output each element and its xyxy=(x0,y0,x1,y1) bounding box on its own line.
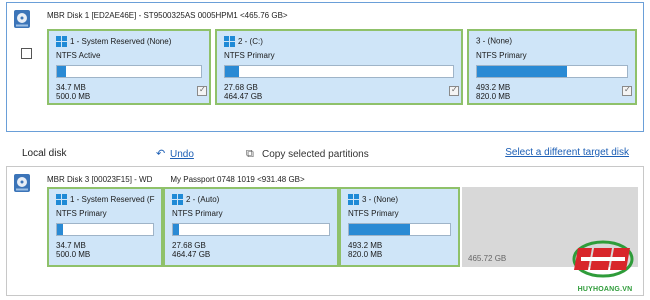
source-disk-checkbox[interactable] xyxy=(21,48,32,59)
partition-total: 464.47 GB xyxy=(224,92,263,101)
partition-used: 493.2 MB xyxy=(348,241,383,250)
partition-type: NTFS Primary xyxy=(476,51,527,60)
partition-used: 34.7 MB xyxy=(56,241,86,250)
partition-used: 27.68 GB xyxy=(224,83,258,92)
partition-checkbox[interactable] xyxy=(197,85,207,96)
watermark-text: HUYHOANG.VN xyxy=(577,286,633,293)
usage-bar-fill xyxy=(477,66,567,77)
partition-used: 493.2 MB xyxy=(476,83,511,92)
partition-total: 464.47 GB xyxy=(172,250,211,259)
partition-name: 1 - System Reserved (None) xyxy=(70,37,172,46)
target-disk-title: MBR Disk 3 [00023F15] - WD My Passport 07… xyxy=(47,175,305,184)
windows-icon xyxy=(224,36,235,47)
usage-bar xyxy=(224,65,454,78)
unallocated-size: 465.72 GB xyxy=(468,254,507,263)
usage-bar xyxy=(56,65,202,78)
partition-checkbox[interactable] xyxy=(449,85,459,96)
source-partition-2[interactable]: 2 - (C:) NTFS Primary 27.68 GB 464.47 GB xyxy=(215,29,463,105)
partition-name: 3 - (None) xyxy=(362,195,399,204)
windows-icon xyxy=(172,194,183,205)
undo-label: Undo xyxy=(170,149,194,160)
copy-icon: ⧉ xyxy=(246,147,254,160)
action-toolbar: Local disk ↶ Undo ⧉ Copy selected partitio… xyxy=(0,140,650,164)
usage-bar-fill xyxy=(349,224,410,235)
windows-icon xyxy=(348,194,359,205)
partition-name: 2 - (C:) xyxy=(238,37,263,46)
disk-icon xyxy=(14,174,30,192)
usage-bar-fill xyxy=(57,224,63,235)
usage-bar xyxy=(56,223,154,236)
partition-total: 820.0 MB xyxy=(476,92,511,101)
partition-name: 3 - (None) xyxy=(476,36,513,46)
partition-name: 1 - System Reserved (F xyxy=(70,195,155,204)
partition-total: 500.0 MB xyxy=(56,92,91,101)
select-target-disk-link[interactable]: Select a different target disk xyxy=(505,147,629,158)
usage-bar xyxy=(476,65,628,78)
local-disk-label: Local disk xyxy=(22,148,67,159)
usage-bar-fill xyxy=(57,66,66,77)
usage-bar-fill xyxy=(225,66,239,77)
copy-partitions-button[interactable]: ⧉ Copy selected partitions xyxy=(246,147,369,161)
usage-bar xyxy=(348,223,451,236)
partition-name: 2 - (Auto) xyxy=(186,195,220,204)
brand-logo-icon xyxy=(572,240,634,278)
source-partition-1[interactable]: 1 - System Reserved (None) NTFS Active 3… xyxy=(47,29,211,105)
target-partition-2[interactable]: 2 - (Auto) NTFS Primary 27.68 GB 464.47 … xyxy=(163,187,339,267)
partition-type: NTFS Primary xyxy=(56,209,107,218)
partition-type: NTFS Primary xyxy=(224,51,275,60)
usage-bar xyxy=(172,223,330,236)
partition-used: 34.7 MB xyxy=(56,83,86,92)
target-partition-1[interactable]: 1 - System Reserved (F NTFS Primary 34.7… xyxy=(47,187,163,267)
source-disk-title: MBR Disk 1 [ED2AE46E] - ST9500325AS 0005… xyxy=(47,11,288,20)
partition-total: 500.0 MB xyxy=(56,250,91,259)
watermark-logo: HUYHOANG.VN xyxy=(566,238,642,298)
partition-type: NTFS Primary xyxy=(172,209,223,218)
source-disk-panel: MBR Disk 1 [ED2AE46E] - ST9500325AS 0005… xyxy=(6,2,644,132)
partition-type: NTFS Active xyxy=(56,51,101,60)
target-disk-id: MBR Disk 3 [00023F15] - WD xyxy=(47,175,153,184)
undo-button[interactable]: ↶ Undo xyxy=(156,147,194,160)
partition-type: NTFS Primary xyxy=(348,209,399,218)
undo-icon: ↶ xyxy=(156,147,166,160)
windows-icon xyxy=(56,36,67,47)
source-partition-3[interactable]: 3 - (None) NTFS Primary 493.2 MB 820.0 M… xyxy=(467,29,637,105)
target-disk-model: My Passport 0748 1019 <931.48 GB> xyxy=(170,175,305,184)
partition-used: 27.68 GB xyxy=(172,241,206,250)
copy-partitions-label: Copy selected partitions xyxy=(262,149,369,160)
disk-icon xyxy=(14,10,30,28)
usage-bar-fill xyxy=(173,224,180,235)
partition-checkbox[interactable] xyxy=(622,85,632,96)
target-disk-panel: MBR Disk 3 [00023F15] - WD My Passport 07… xyxy=(6,166,644,296)
target-partition-3[interactable]: 3 - (None) NTFS Primary 493.2 MB 820.0 M… xyxy=(339,187,460,267)
windows-icon xyxy=(56,194,67,205)
partition-total: 820.0 MB xyxy=(348,250,383,259)
